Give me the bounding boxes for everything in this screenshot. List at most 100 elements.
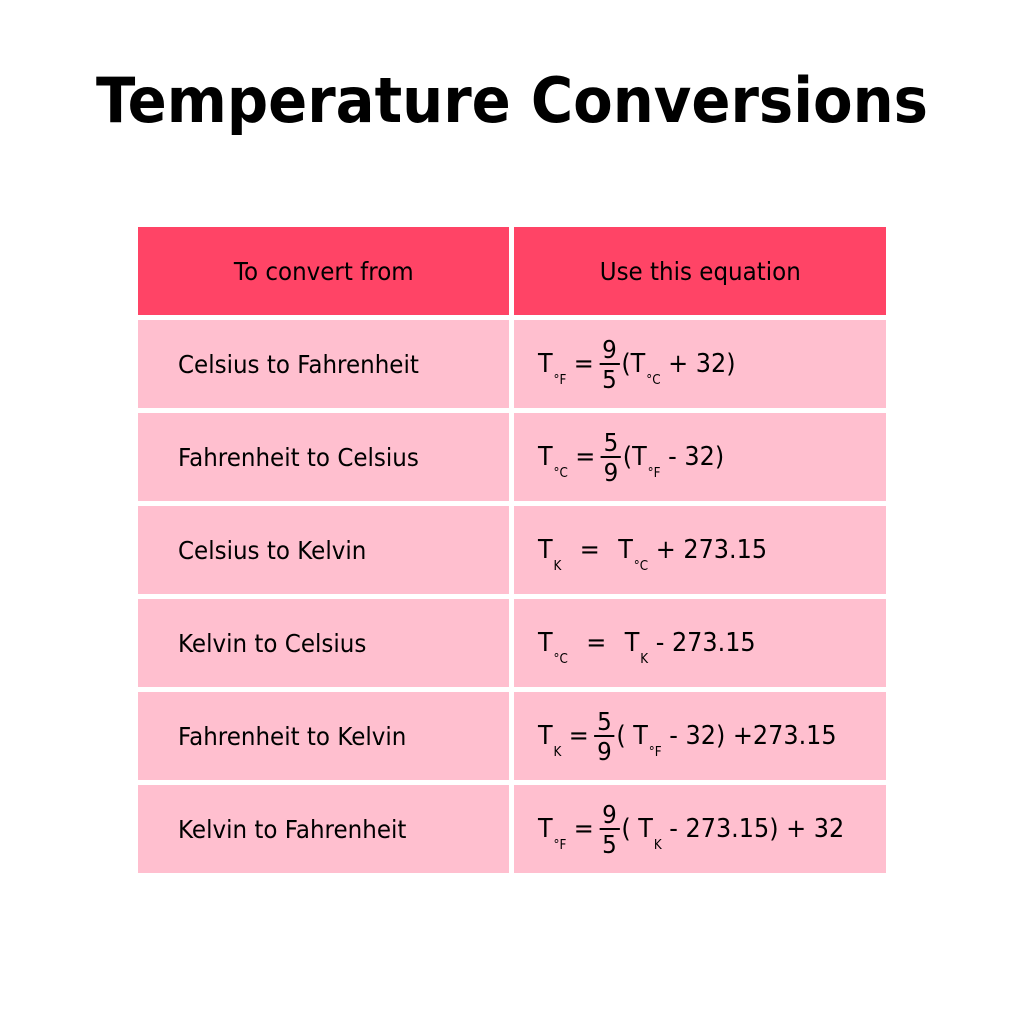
equals-sign: = [573,349,594,379]
equals-sign: = [575,442,596,472]
table-row: Fahrenheit to Kelvin TK = 59 ( T °F - 32)… [138,692,886,780]
equals-sign: = [586,628,607,658]
equation-term: TK [638,814,661,853]
equation-term: T °C [618,535,648,574]
equation-term-symbol: T [618,535,633,565]
equals-sign: = [568,721,589,751]
equation-term-subscript: °C [633,559,649,574]
fraction: 95 [599,337,620,394]
equation-rest: - 273.15 [648,628,756,658]
fraction-denominator: 9 [597,736,612,766]
header-cell-from: To convert from [138,227,509,315]
fraction: 59 [594,709,615,766]
equation-term-symbol: T [624,628,640,658]
conversion-from-cell: Fahrenheit to Celsius [138,413,509,501]
open-paren: ( [622,442,633,472]
equation-lhs-symbol: T [538,814,553,844]
equation-lhs-symbol: T [538,721,553,751]
equation-lhs-symbol: T [538,349,553,379]
table-row: Kelvin to Celsius T °C = TK - 273.15 [138,599,886,687]
open-paren: ( [621,814,639,844]
fraction-denominator: 9 [603,457,619,487]
equation-term: T °F [633,721,661,760]
equation-lhs-symbol: T [538,628,553,658]
equation-term-symbol: T [632,442,647,472]
equals-sign: = [579,535,600,565]
table-header-row: To convert from Use this equation [138,227,886,315]
equation-term-subscript: K [640,652,649,667]
equation-cell: T °C = TK - 273.15 [514,599,886,687]
equation-lhs-subscript: K [553,745,562,760]
conversion-from-cell: Kelvin to Celsius [138,599,509,687]
equation: T °C = 59 ( T °F - 32) [538,430,724,485]
equation: TK = 59 ( T °F - 32) +273.15 [538,709,837,764]
open-paren: ( [616,721,634,751]
equation-term-symbol: T [630,349,646,379]
fraction-denominator: 5 [602,829,617,859]
fraction-numerator: 9 [599,802,620,830]
fraction-numerator: 5 [600,430,621,458]
equation-lhs-subscript: °F [553,838,567,853]
equation-lhs: T °C [538,628,568,667]
conversion-table: To convert from Use this equation Celsiu… [138,227,886,878]
fraction-numerator: 9 [599,337,620,365]
conversion-from-label: Kelvin to Celsius [178,628,367,658]
conversion-from-cell: Fahrenheit to Kelvin [138,692,509,780]
fraction-denominator: 5 [602,364,617,394]
equation: T °F = 95 ( T °C + 32) [538,337,736,392]
equation-cell: T °F = 95 ( TK - 273.15) + 32 [514,785,886,873]
equation-lhs: T °F [538,349,566,388]
equation-lhs-subscript: °F [553,373,567,388]
conversion-from-label: Celsius to Fahrenheit [178,349,419,379]
equation-lhs-subscript: °C [553,466,568,481]
equation-rest: - 32) [660,442,725,472]
conversion-from-label: Fahrenheit to Kelvin [178,721,407,751]
equation-lhs-subscript: K [553,559,562,574]
equation-lhs: T °F [538,814,566,853]
conversion-from-cell: Celsius to Kelvin [138,506,509,594]
equation-term-subscript: °F [648,745,662,760]
table-row: Celsius to Kelvin TK = T °C + 273.15 [138,506,886,594]
equation-lhs-symbol: T [538,442,553,472]
table-row: Kelvin to Fahrenheit T °F = 95 ( TK - 273… [138,785,886,873]
conversion-from-label: Celsius to Kelvin [178,535,367,565]
conversion-from-label: Fahrenheit to Celsius [178,442,419,472]
equation-term-symbol: T [638,814,653,844]
equation-term: T °C [630,349,661,388]
equation-rest: + 32) [660,349,736,379]
equation: T °C = TK - 273.15 [538,628,756,667]
equation-term-subscript: °F [647,466,661,481]
equation-term-subscript: °C [646,373,661,388]
conversion-from-cell: Celsius to Fahrenheit [138,320,509,408]
equation: T °F = 95 ( TK - 273.15) + 32 [538,802,844,857]
equation-term: TK [624,628,648,667]
conversion-from-cell: Kelvin to Fahrenheit [138,785,509,873]
equation-rest: + 273.15 [648,535,768,565]
equation-term-subscript: K [653,838,662,853]
equation: TK = T °C + 273.15 [538,535,768,574]
equation-cell: T °F = 95 ( T °C + 32) [514,320,886,408]
equation-lhs-subscript: °C [553,652,568,667]
equation-cell: TK = T °C + 273.15 [514,506,886,594]
table-row: Celsius to Fahrenheit T °F = 95 ( T °C + 3… [138,320,886,408]
fraction-numerator: 5 [594,709,615,737]
equation-rest: - 273.15) + 32 [661,814,845,844]
equation-rest: - 32) +273.15 [661,721,837,751]
equation-cell: T °C = 59 ( T °F - 32) [514,413,886,501]
header-cell-equation: Use this equation [514,227,886,315]
conversion-from-label: Kelvin to Fahrenheit [178,814,407,844]
equation-lhs: TK [538,535,561,574]
table-row: Fahrenheit to Celsius T °C = 59 ( T °F - 3… [138,413,886,501]
equation-lhs-symbol: T [538,535,553,565]
header-from-label: To convert from [233,256,414,286]
page-title: Temperature Conversions [95,64,929,137]
fraction: 95 [599,802,620,859]
equation-term: T °F [632,442,660,481]
equals-sign: = [573,814,594,844]
equation-cell: TK = 59 ( T °F - 32) +273.15 [514,692,886,780]
equation-lhs: TK [538,721,561,760]
header-equation-label: Use this equation [599,256,801,286]
equation-lhs: T °C [538,442,568,481]
equation-term-symbol: T [633,721,648,751]
open-paren: ( [621,349,631,379]
